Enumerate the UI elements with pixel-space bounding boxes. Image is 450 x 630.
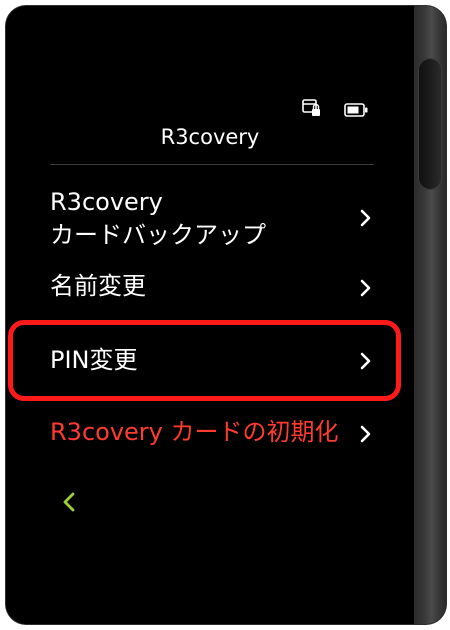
chevron-left-icon bbox=[58, 492, 82, 520]
chevron-right-icon bbox=[358, 276, 374, 300]
card-lock-icon bbox=[302, 98, 322, 118]
side-button[interactable] bbox=[418, 58, 442, 190]
status-bar bbox=[296, 98, 376, 122]
chevron-right-icon bbox=[358, 422, 374, 446]
battery-icon bbox=[344, 102, 368, 117]
back-button[interactable] bbox=[58, 488, 82, 516]
device-frame: R3covery R3covery カードバックアップ 名前変更 PIN変更 R… bbox=[6, 6, 446, 624]
menu-item-rename[interactable]: 名前変更 bbox=[50, 270, 374, 303]
divider bbox=[50, 164, 374, 165]
menu-item-label-line-2: カードバックアップ bbox=[50, 221, 266, 249]
page-title: R3covery bbox=[160, 125, 260, 149]
menu-item-reset-card[interactable]: R3covery カードの初期化 bbox=[50, 416, 374, 449]
chevron-right-icon bbox=[358, 206, 374, 230]
menu-item-label-line-1: R3covery bbox=[50, 188, 163, 216]
menu-item-label: R3covery カードの初期化 bbox=[50, 418, 339, 446]
menu-item-card-backup[interactable]: R3covery カードバックアップ bbox=[50, 186, 374, 252]
highlight-box bbox=[8, 320, 401, 401]
menu-item-label: 名前変更 bbox=[50, 272, 146, 300]
screen: R3covery R3covery カードバックアップ 名前変更 PIN変更 R… bbox=[6, 6, 414, 624]
